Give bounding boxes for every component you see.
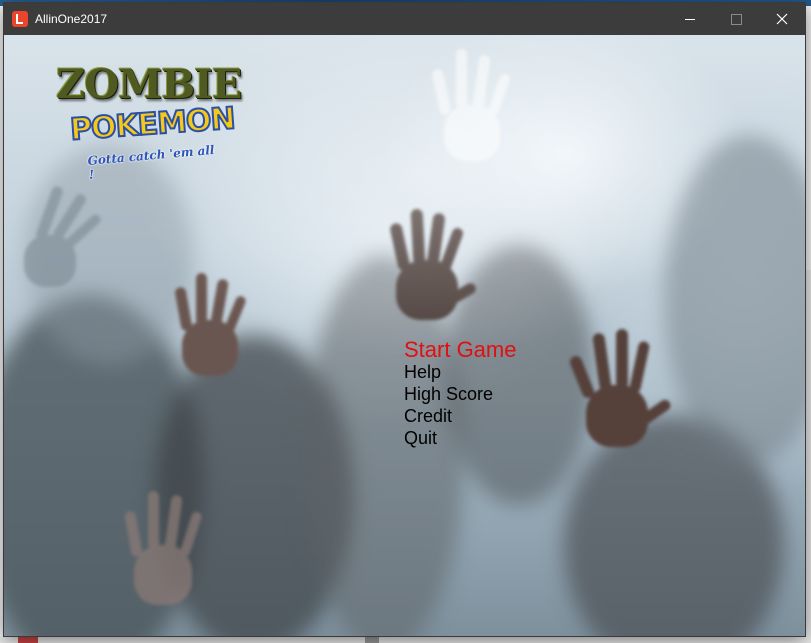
zombie-hand (164, 265, 264, 385)
close-icon (776, 13, 788, 25)
zombie-hand (114, 485, 214, 615)
logo-brand: POKEMON (68, 100, 237, 148)
window-title: AllinOne2017 (35, 12, 108, 26)
zombie-hand (424, 45, 524, 165)
zombie-hand (14, 175, 104, 295)
close-button[interactable] (759, 3, 805, 35)
menu-item-help[interactable]: Help (404, 361, 516, 383)
zombie-hand (376, 205, 486, 335)
maximize-button[interactable] (713, 3, 759, 35)
maximize-icon (730, 13, 742, 25)
taskbar-fragment (365, 637, 379, 643)
monogame-app-icon (12, 11, 28, 27)
menu-item-high-score[interactable]: High Score (404, 383, 516, 405)
window-controls (667, 3, 805, 35)
taskbar-icon-fragment (18, 637, 38, 643)
minimize-button[interactable] (667, 3, 713, 35)
game-window: AllinOne2017 ZOMBIE POKEMON Gotta catch … (4, 3, 805, 636)
menu-item-start-game[interactable]: Start Game (404, 337, 516, 363)
logo-tagline: Gotta catch 'em all ! (87, 142, 215, 182)
desktop-background-window-edge (804, 270, 811, 643)
game-logo: ZOMBIE POKEMON Gotta catch 'em all ! (54, 61, 242, 182)
minimize-icon (685, 18, 695, 20)
menu-item-quit[interactable]: Quit (404, 427, 516, 449)
logo-title: ZOMBIE (56, 61, 242, 108)
menu-item-credit[interactable]: Credit (404, 405, 516, 427)
desktop-taskbar-edge (0, 637, 811, 643)
main-menu: Start Game Help High Score Credit Quit (404, 337, 516, 449)
game-canvas[interactable]: ZOMBIE POKEMON Gotta catch 'em all ! Sta… (4, 35, 805, 636)
window-titlebar[interactable]: AllinOne2017 (4, 3, 805, 35)
zombie-hand (564, 325, 674, 455)
